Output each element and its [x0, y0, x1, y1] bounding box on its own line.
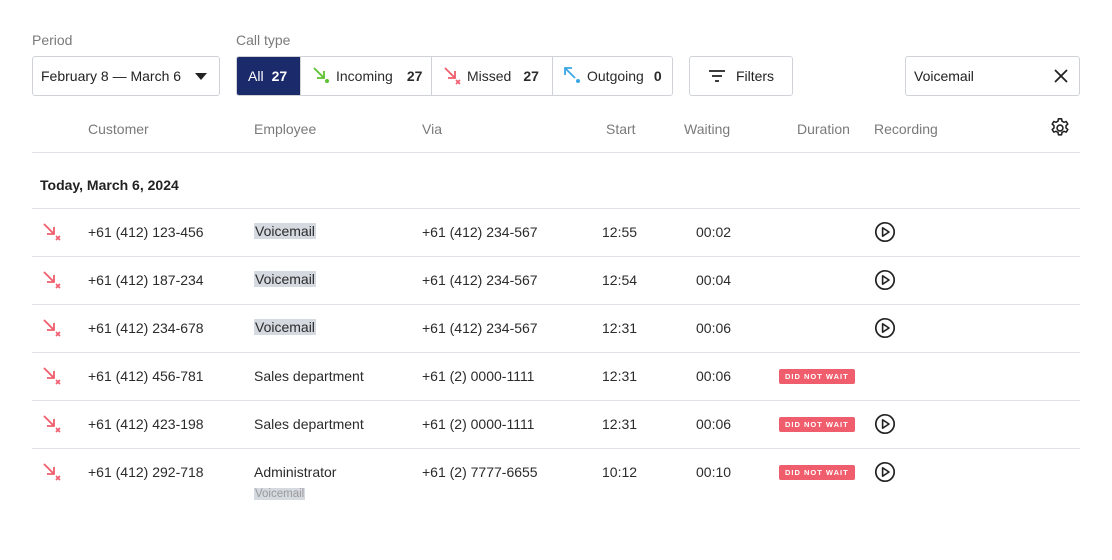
column-header-via: Via [422, 121, 442, 137]
column-header-employee: Employee [254, 121, 317, 137]
missed-call-icon [43, 463, 61, 481]
status-badge: DID NOT WAIT [779, 417, 855, 432]
play-recording-button[interactable] [874, 413, 896, 435]
call-type-all-label: All [248, 68, 264, 84]
call-type-outgoing-label: Outgoing [587, 68, 644, 84]
table-row[interactable]: +61 (412) 123-456 Voicemail +61 (412) 234-… [32, 208, 1080, 256]
via-number: +61 (2) 7777-6655 [422, 464, 538, 480]
gear-icon[interactable] [1049, 117, 1071, 139]
via-number: +61 (2) 0000-1111 [422, 368, 535, 384]
employee-name: Voicemail [254, 319, 316, 335]
status-badge: DID NOT WAIT [779, 465, 855, 480]
via-number: +61 (412) 234-567 [422, 224, 538, 240]
employee-highlight: Voicemail [254, 223, 316, 239]
employee-name: Sales department [254, 368, 364, 384]
call-type-incoming-count: 27 [406, 68, 423, 84]
call-type-incoming-button[interactable]: Incoming 27 [301, 57, 432, 95]
table-row[interactable]: +61 (412) 423-198 Sales department +61 (2)… [32, 400, 1080, 448]
waiting-time: 00:04 [696, 272, 732, 288]
call-type-label: Call type [236, 32, 291, 48]
customer-phone[interactable]: +61 (412) 423-198 [88, 416, 204, 432]
employee-name: Voicemail [254, 271, 316, 287]
start-time: 12:31 [602, 416, 638, 432]
waiting-time: 00:02 [696, 224, 732, 240]
customer-phone[interactable]: +61 (412) 234-678 [88, 320, 204, 336]
header-divider [32, 152, 1080, 153]
start-time: 12:54 [602, 272, 638, 288]
play-recording-button[interactable] [874, 221, 896, 243]
start-time: 12:55 [602, 224, 638, 240]
missed-call-icon [43, 271, 61, 289]
via-number: +61 (412) 234-567 [422, 320, 538, 336]
start-time: 12:31 [602, 320, 638, 336]
outgoing-call-icon [564, 67, 580, 83]
status-badge: DID NOT WAIT [779, 369, 855, 384]
via-number: +61 (412) 234-567 [422, 272, 538, 288]
column-header-recording: Recording [874, 121, 938, 137]
table-row[interactable]: +61 (412) 292-718 Administrator Voicemail +… [32, 448, 1080, 500]
filters-button-label: Filters [735, 68, 775, 84]
customer-phone[interactable]: +61 (412) 292-718 [88, 464, 204, 480]
caret-down-icon [195, 72, 207, 80]
period-select[interactable]: February 8 — March 6 [32, 56, 220, 96]
period-label: Period [32, 32, 73, 48]
filters-button[interactable]: Filters [689, 56, 793, 96]
column-header-start: Start [606, 121, 636, 137]
customer-phone[interactable]: +61 (412) 456-781 [88, 368, 204, 384]
search-field [905, 56, 1080, 96]
table-row[interactable]: +61 (412) 456-781 Sales department +61 (2)… [32, 352, 1080, 400]
employee-highlight: Voicemail [254, 319, 316, 335]
call-type-missed-count: 27 [523, 68, 539, 84]
customer-phone[interactable]: +61 (412) 187-234 [88, 272, 204, 288]
table-row[interactable]: +61 (412) 234-678 Voicemail +61 (412) 234-… [32, 304, 1080, 352]
missed-call-icon [43, 223, 61, 241]
incoming-call-icon [313, 67, 329, 83]
call-type-missed-label: Missed [467, 68, 512, 84]
via-number: +61 (2) 0000-1111 [422, 416, 535, 432]
missed-call-icon [43, 319, 61, 337]
customer-phone[interactable]: +61 (412) 123-456 [88, 224, 204, 240]
employee-highlight: Voicemail [254, 271, 316, 287]
table-row[interactable]: +61 (412) 187-234 Voicemail +61 (412) 234-… [32, 256, 1080, 304]
missed-call-icon [43, 367, 61, 385]
employee-name: Administrator [254, 464, 337, 480]
close-icon[interactable] [1053, 68, 1069, 84]
employee-name: Voicemail [254, 223, 316, 239]
play-recording-button[interactable] [874, 317, 896, 339]
day-group-title: Today, March 6, 2024 [40, 177, 179, 193]
employee-sub-highlight: Voicemail [254, 488, 306, 500]
waiting-time: 00:10 [696, 464, 732, 480]
column-header-customer: Customer [88, 121, 149, 137]
call-type-outgoing-button[interactable]: Outgoing 0 [553, 57, 672, 95]
call-type-segmented-control: All 27 Incoming 27 Missed 27 Outgoing 0 [236, 56, 673, 96]
start-time: 12:31 [602, 368, 638, 384]
waiting-time: 00:06 [696, 320, 732, 336]
employee-sub-label: Voicemail [254, 488, 306, 500]
column-header-waiting: Waiting [684, 121, 731, 137]
period-value: February 8 — March 6 [41, 68, 182, 84]
call-type-all-button[interactable]: All 27 [237, 57, 301, 95]
start-time: 10:12 [602, 464, 638, 480]
waiting-time: 00:06 [696, 416, 732, 432]
search-input[interactable] [914, 68, 1053, 84]
call-type-outgoing-count: 0 [653, 68, 662, 84]
call-type-missed-button[interactable]: Missed 27 [432, 57, 553, 95]
call-type-incoming-label: Incoming [336, 68, 393, 84]
missed-call-icon [444, 67, 461, 85]
play-recording-button[interactable] [874, 461, 896, 483]
employee-name: Sales department [254, 416, 364, 432]
filter-icon [708, 70, 725, 82]
waiting-time: 00:06 [696, 368, 732, 384]
missed-call-icon [43, 415, 61, 433]
column-header-duration: Duration [797, 121, 850, 137]
call-type-all-count: 27 [271, 68, 288, 84]
play-recording-button[interactable] [874, 269, 896, 291]
